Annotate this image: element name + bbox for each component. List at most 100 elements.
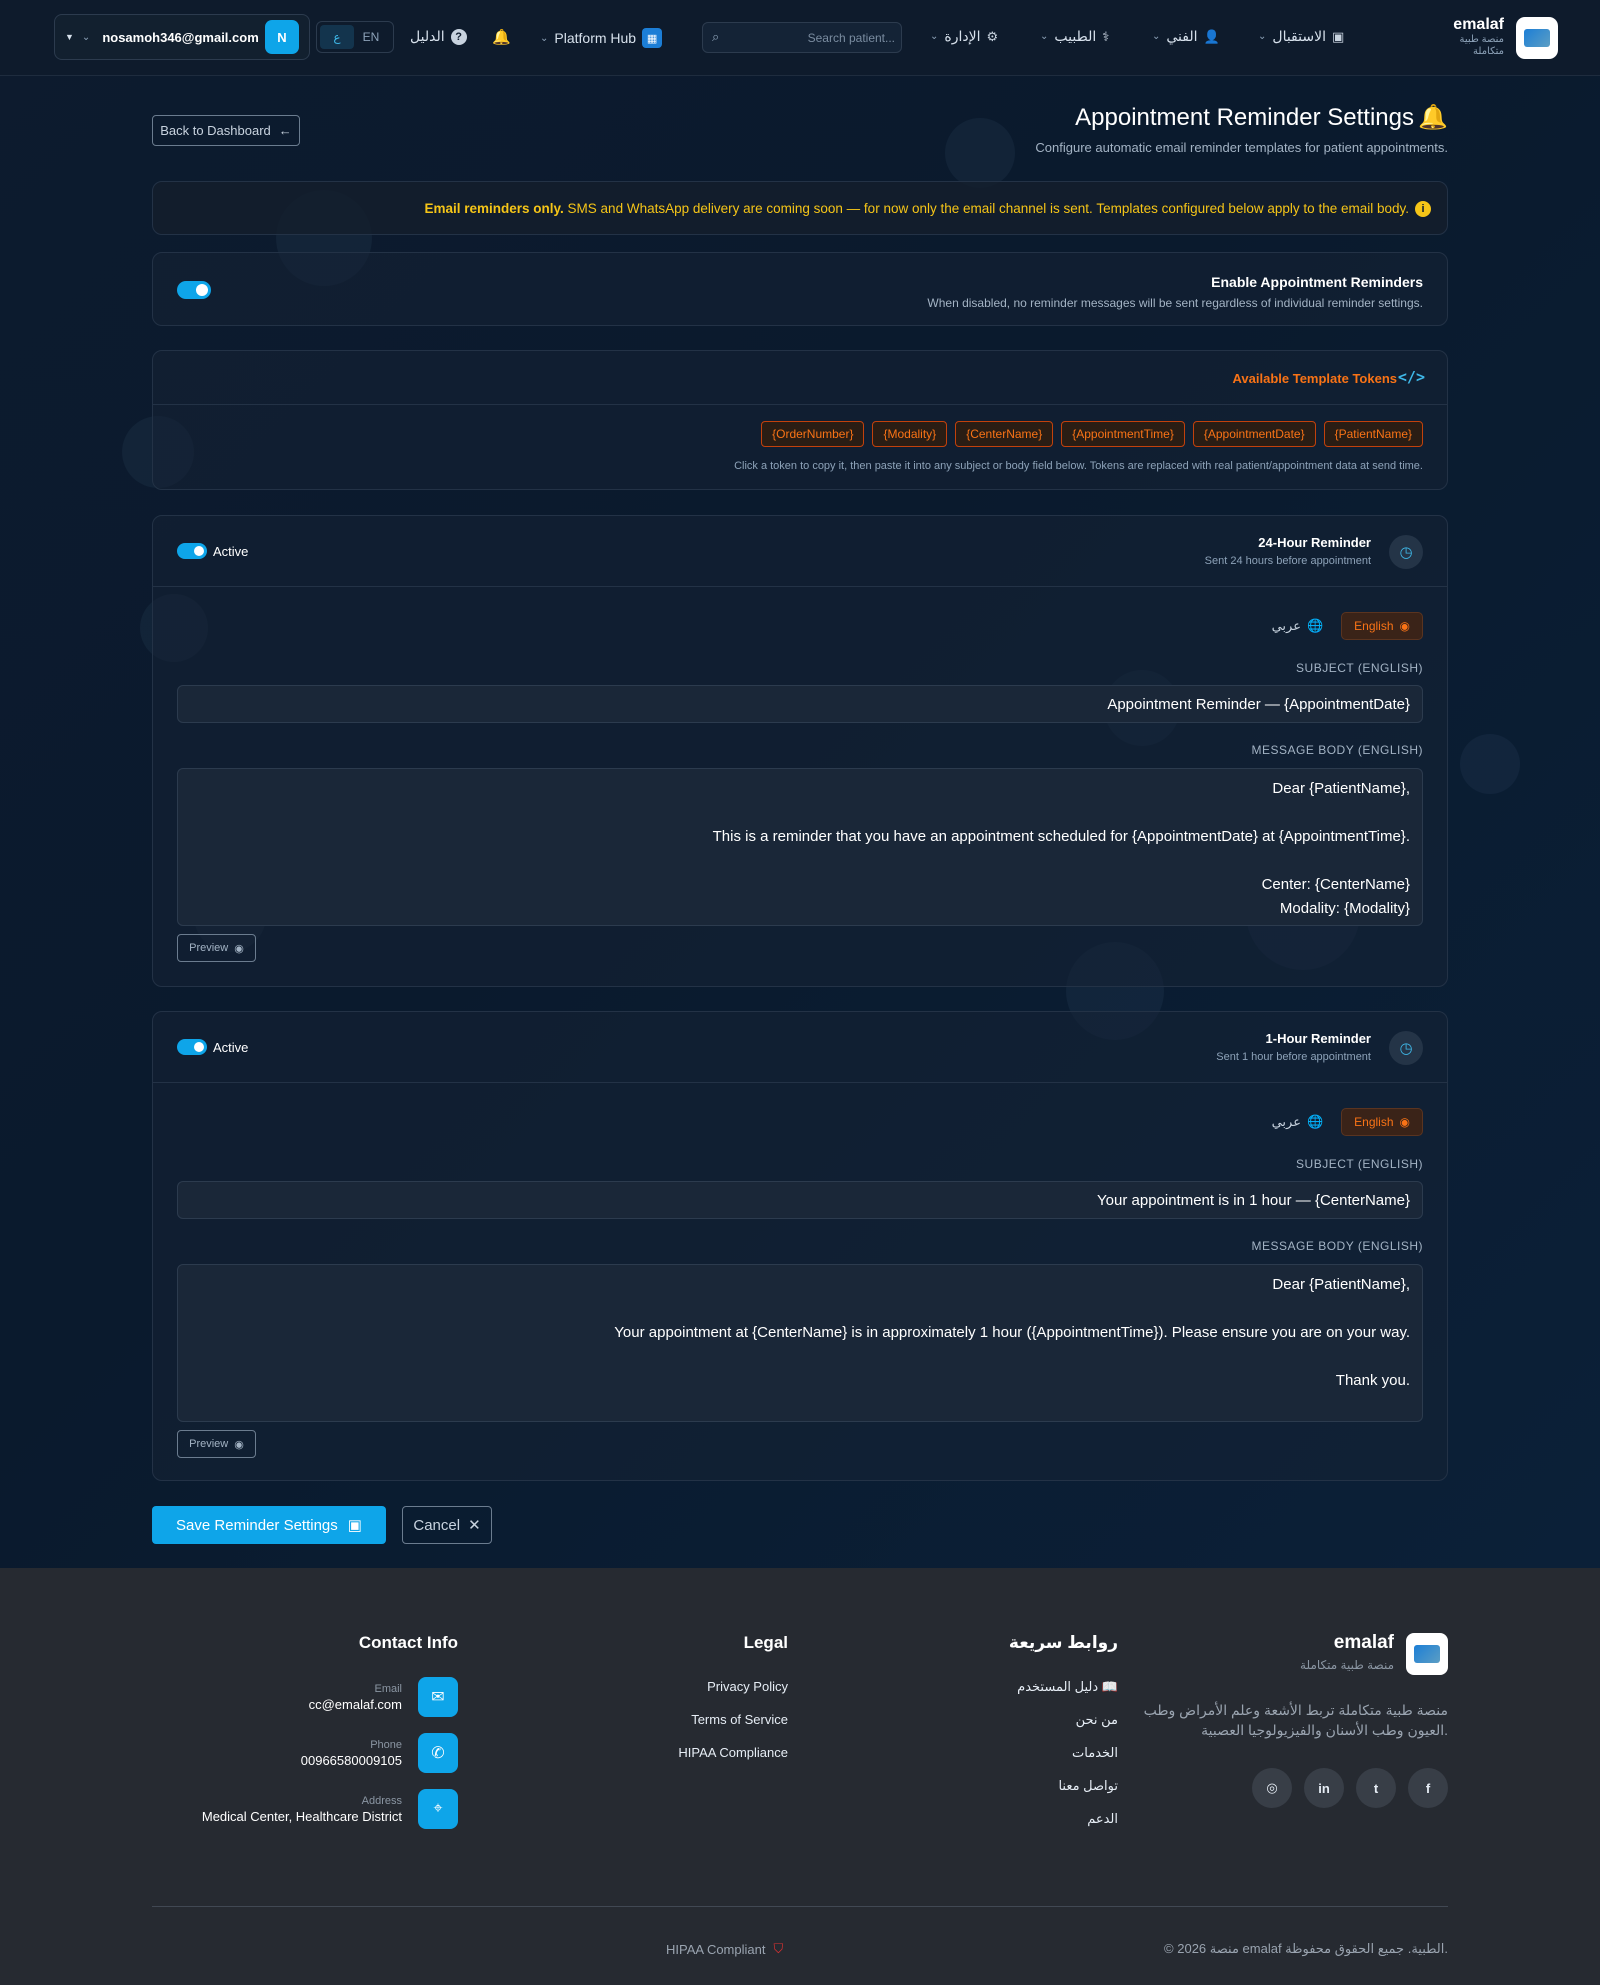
- social-links: f t in ◎: [1252, 1768, 1448, 1808]
- preview-label: Preview: [189, 1438, 229, 1450]
- reminder-title: 24-Hour Reminder: [1258, 535, 1371, 550]
- body-label: MESSAGE BODY (ENGLISH): [1251, 743, 1423, 757]
- platform-hub-link[interactable]: ⌄ Platform Hub ▦: [540, 28, 663, 48]
- brand[interactable]: emalaf منصة طبية متكاملة: [1452, 16, 1504, 58]
- toggle-switch[interactable]: [177, 543, 207, 559]
- map-pin-icon: ⌖: [418, 1789, 458, 1829]
- avatar: N: [265, 20, 299, 54]
- phone-label: Phone: [370, 1738, 402, 1751]
- subject-label: SUBJECT (ENGLISH): [1296, 661, 1423, 675]
- message-body-textarea[interactable]: Dear {PatientName}, This is a reminder t…: [177, 768, 1423, 926]
- save-reminder-settings-button[interactable]: Save Reminder Settings ▣: [152, 1506, 386, 1544]
- token-modality[interactable]: {Modality}: [872, 421, 948, 447]
- preview-button[interactable]: Preview ◉: [177, 934, 256, 962]
- copyright: © 2026 منصة emalaf الطبية. جميع الحقوق م…: [1164, 1941, 1448, 1956]
- quick-link-label: دليل المستخدم: [1017, 1679, 1099, 1694]
- reminder-subtitle: Sent 24 hours before appointment: [1204, 555, 1371, 567]
- reminder-header: Active ◷ 1-Hour Reminder Sent 1 hour bef…: [153, 1012, 1447, 1083]
- quick-link-services[interactable]: الخدمات: [1072, 1745, 1118, 1761]
- code-icon: </>: [1397, 368, 1425, 386]
- nav-technician-label: الفني: [1166, 28, 1198, 44]
- tab-english[interactable]: English ◉: [1341, 612, 1423, 640]
- footer-divider: [152, 1906, 1448, 1907]
- globe-icon: 🌐: [1306, 1114, 1324, 1129]
- back-to-dashboard-button[interactable]: Back to Dashboard ←: [152, 115, 300, 146]
- nav-doctor[interactable]: ⌄ الطبيب ⚕: [1040, 28, 1109, 45]
- contact-phone: Phone 00966580009105 ✆: [301, 1733, 458, 1773]
- user-menu[interactable]: ▼ ⌄ nosamoh346@gmail.com N: [54, 14, 310, 60]
- lang-ar-option[interactable]: ع: [320, 25, 354, 49]
- instagram-icon[interactable]: ◎: [1252, 1768, 1292, 1808]
- cancel-button[interactable]: Cancel ✕: [402, 1506, 492, 1544]
- top-navbar: emalaf منصة طبية متكاملة ⌄ الاستقبال ▣ ⌄…: [0, 0, 1600, 76]
- tokens-note: Click a token to copy it, then paste it …: [734, 460, 1423, 472]
- user-icon: 👤: [1203, 28, 1220, 44]
- token-patient-name[interactable]: {PatientName}: [1323, 421, 1423, 447]
- active-label: Active: [213, 1039, 249, 1055]
- tab-english-label: English: [1354, 1115, 1394, 1129]
- nav-admin[interactable]: ⌄ الإدارة ⚙: [930, 28, 998, 45]
- facebook-icon[interactable]: f: [1408, 1768, 1448, 1808]
- phone-icon: ✆: [418, 1733, 458, 1773]
- footer-brand-sub: منصة طبية متكاملة: [1300, 1658, 1394, 1672]
- phone-value[interactable]: 00966580009105: [301, 1753, 402, 1768]
- notifications-button[interactable]: 🔔: [492, 28, 511, 46]
- user-email: nosamoh346@gmail.com: [102, 29, 259, 45]
- nav-reception[interactable]: ⌄ الاستقبال ▣: [1258, 28, 1344, 45]
- message-body-textarea[interactable]: Dear {PatientName}, Your appointment at …: [177, 1264, 1423, 1422]
- token-order-number[interactable]: {OrderNumber}: [761, 421, 865, 447]
- quick-link-contact[interactable]: تواصل معنا: [1058, 1778, 1118, 1794]
- arrow-left-icon: ←: [278, 123, 292, 138]
- alert-bold: Email reminders only.: [424, 201, 564, 216]
- logo-mark-icon: [1524, 29, 1550, 47]
- flag-icon: ◉: [1399, 619, 1410, 633]
- enable-reminders-toggle[interactable]: [177, 281, 211, 299]
- search-input[interactable]: [731, 23, 895, 52]
- lang-en-option[interactable]: EN: [354, 25, 388, 49]
- email-value[interactable]: cc@emalaf.com: [309, 1697, 402, 1712]
- subject-input[interactable]: [177, 685, 1423, 723]
- gear-icon: ⚙: [986, 28, 999, 44]
- floppy-disk-icon: ▣: [347, 1517, 362, 1534]
- terms-of-service-link[interactable]: Terms of Service: [691, 1712, 788, 1727]
- token-center-name[interactable]: {CenterName}: [955, 421, 1054, 447]
- quick-link-about[interactable]: من نحن: [1076, 1712, 1118, 1728]
- token-appointment-time[interactable]: {AppointmentTime}: [1061, 421, 1185, 447]
- info-icon: i: [1415, 201, 1431, 217]
- stethoscope-icon: ⚕: [1102, 28, 1110, 44]
- reminder-active-toggle[interactable]: Active: [177, 1039, 248, 1055]
- privacy-policy-link[interactable]: Privacy Policy: [707, 1679, 788, 1694]
- tokens-title: Available Template Tokens: [1232, 371, 1397, 386]
- guide-link[interactable]: الدليل ?: [410, 28, 467, 45]
- legal-title: Legal: [743, 1633, 788, 1652]
- toggle-switch[interactable]: [177, 1039, 207, 1055]
- platform-hub-label: Platform Hub: [554, 30, 637, 46]
- nav-technician[interactable]: ⌄ الفني 👤: [1152, 28, 1220, 45]
- tab-arabic[interactable]: عربي 🌐: [1272, 1114, 1324, 1130]
- clipboard-icon: ▣: [1331, 28, 1345, 44]
- reminder-header: Active ◷ 24-Hour Reminder Sent 24 hours …: [153, 516, 1447, 587]
- reminder-active-toggle[interactable]: Active: [177, 543, 248, 559]
- quick-link-support[interactable]: الدعم: [1087, 1811, 1118, 1827]
- preview-button[interactable]: Preview ◉: [177, 1430, 256, 1458]
- chevron-down-icon: ⌄: [1152, 31, 1161, 42]
- email-label: Email: [374, 1682, 402, 1695]
- search-icon: ⌕: [712, 29, 720, 44]
- help-icon: ?: [450, 28, 467, 45]
- body-label: MESSAGE BODY (ENGLISH): [1251, 1239, 1423, 1253]
- tab-arabic[interactable]: عربي 🌐: [1272, 618, 1324, 634]
- quick-link-user-guide[interactable]: دليل المستخدم 📖: [1017, 1679, 1118, 1695]
- back-label: Back to Dashboard: [160, 123, 271, 138]
- linkedin-icon[interactable]: in: [1304, 1768, 1344, 1808]
- tab-english[interactable]: English ◉: [1341, 1108, 1423, 1136]
- contact-phone-text: Phone 00966580009105: [301, 1739, 402, 1768]
- subject-input[interactable]: [177, 1181, 1423, 1219]
- footer-logo[interactable]: [1406, 1633, 1448, 1675]
- subject-label: SUBJECT (ENGLISH): [1296, 1157, 1423, 1171]
- brand-logo[interactable]: [1516, 17, 1558, 59]
- twitter-icon[interactable]: t: [1356, 1768, 1396, 1808]
- contact-email: Email cc@emalaf.com ✉: [309, 1677, 458, 1717]
- enable-reminders-card: Enable Appointment Reminders When disabl…: [152, 252, 1448, 326]
- token-appointment-date[interactable]: {AppointmentDate}: [1192, 421, 1316, 447]
- hipaa-compliance-link[interactable]: HIPAA Compliance: [678, 1745, 788, 1760]
